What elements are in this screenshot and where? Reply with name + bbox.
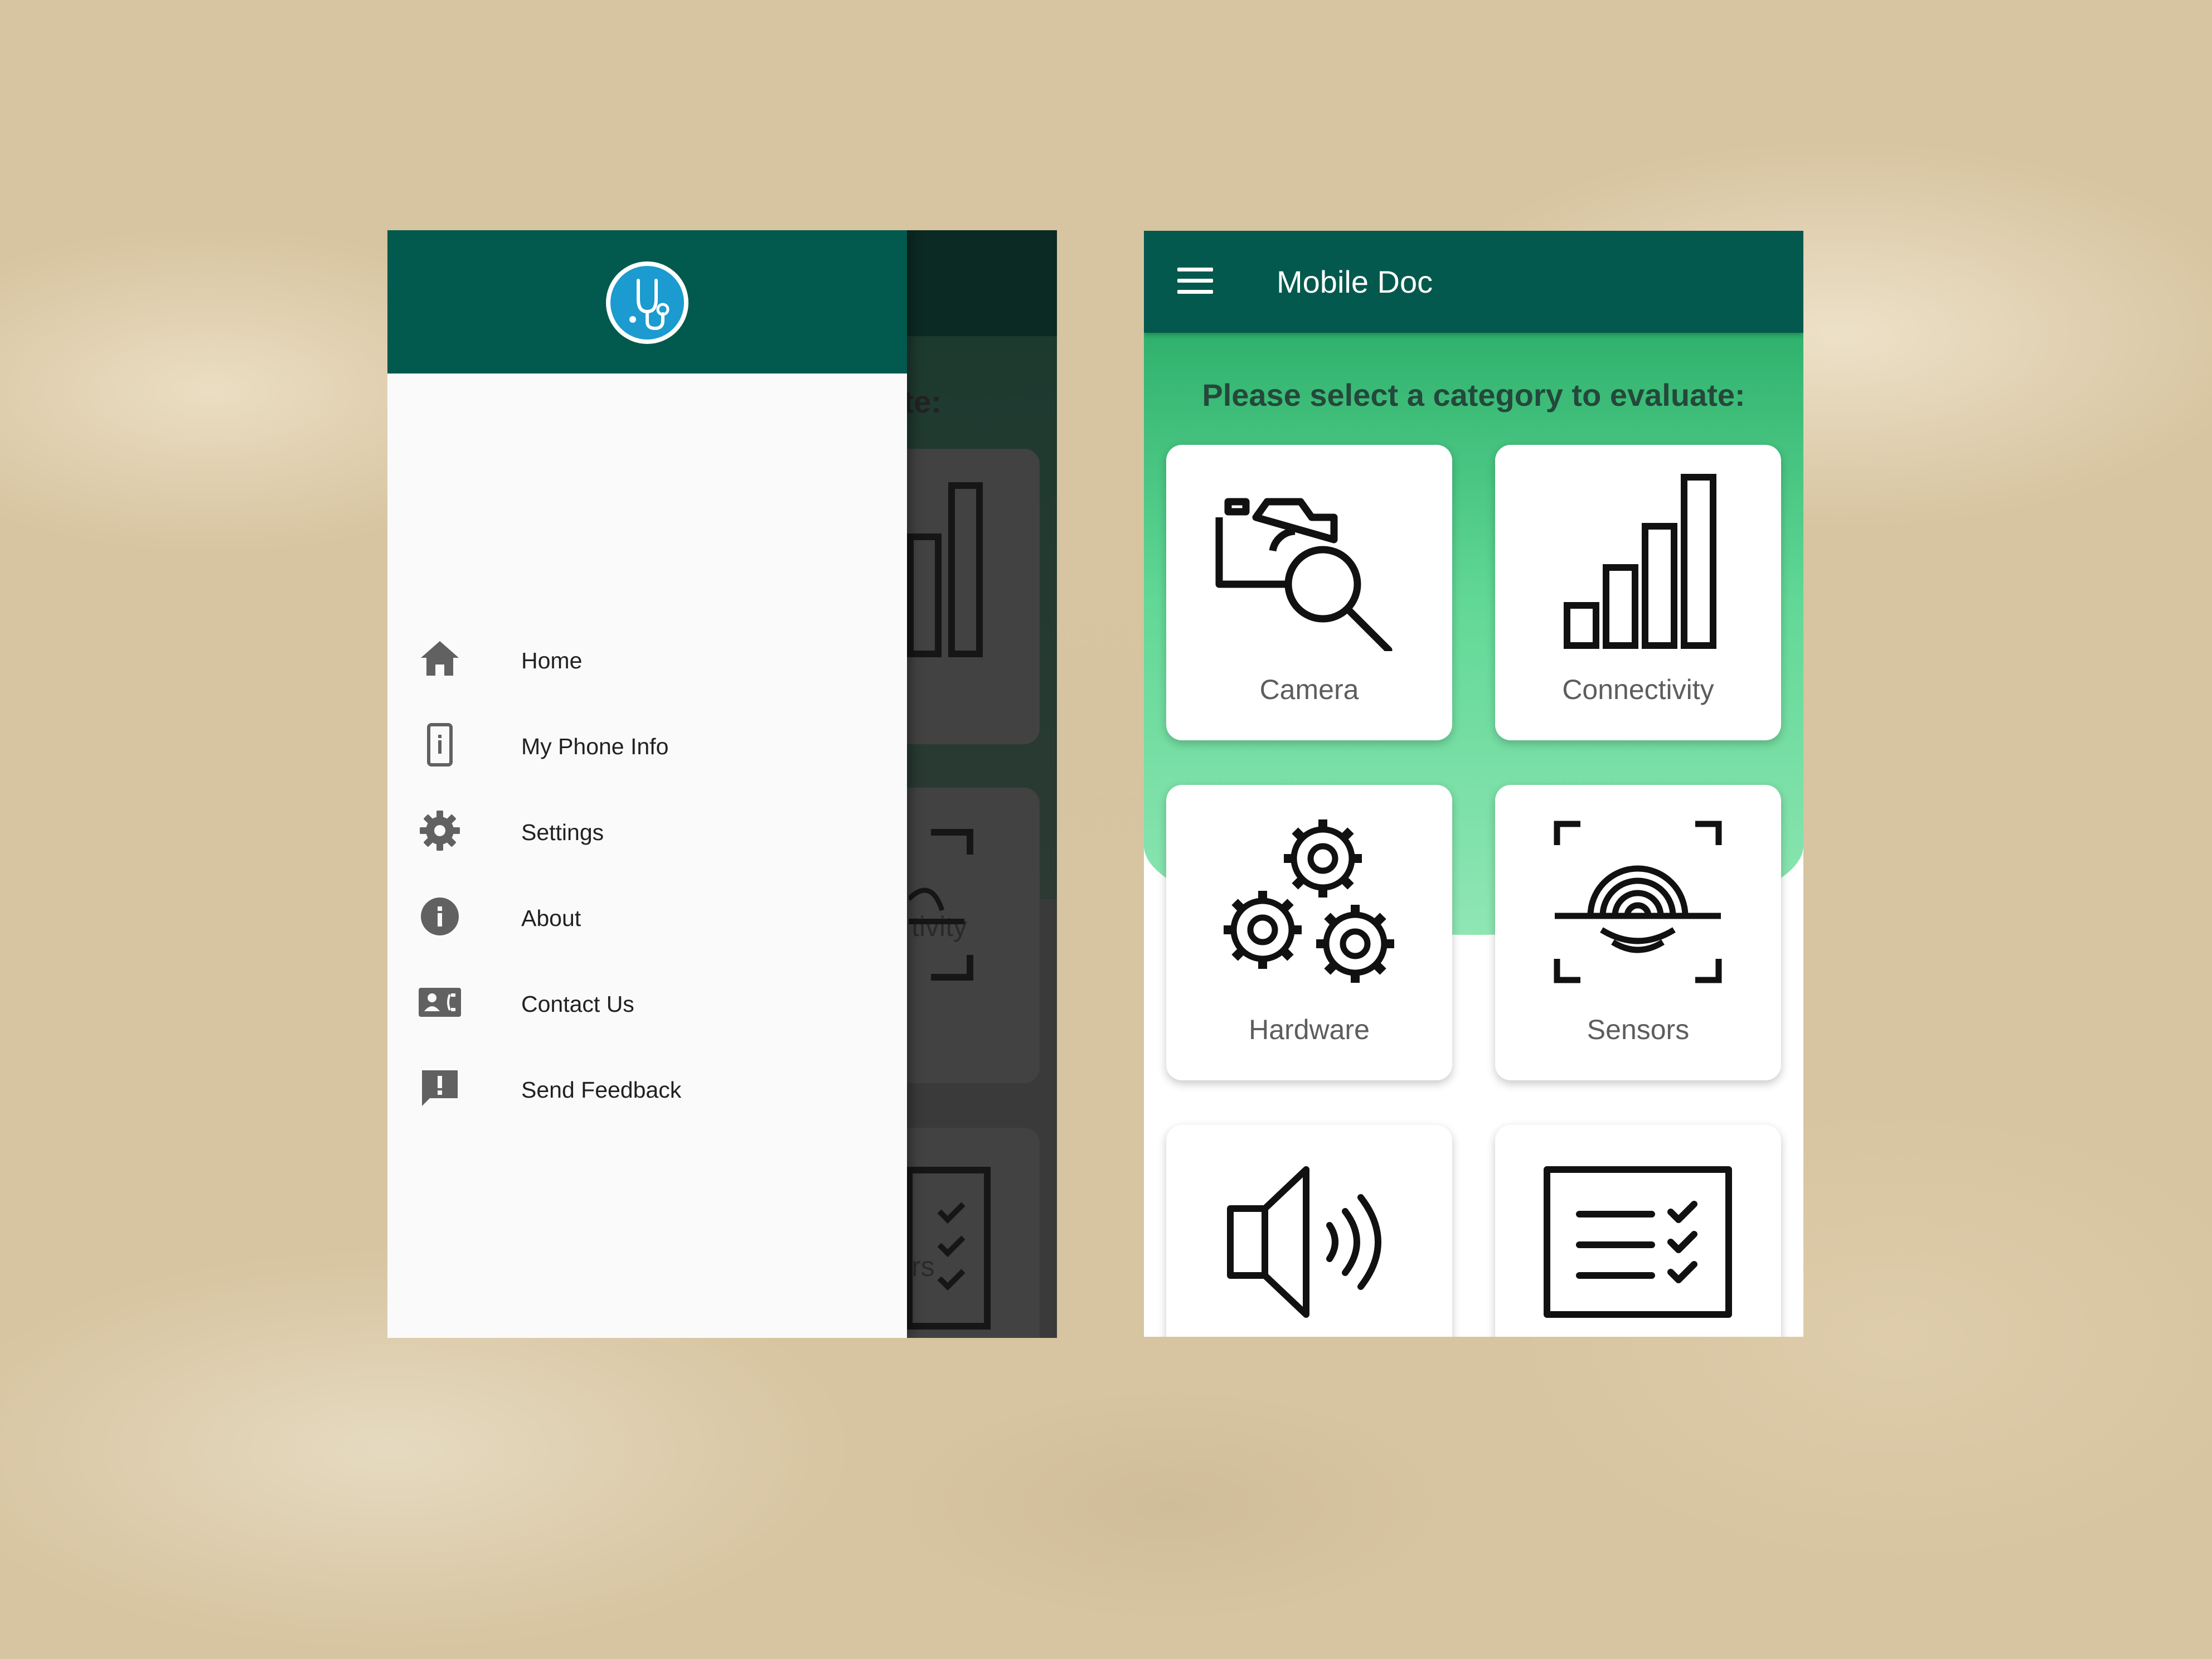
category-label: Sensors (1587, 1014, 1690, 1045)
drawer-item-send-feedback[interactable]: Send Feedback (387, 1048, 907, 1132)
drawer-item-label: Send Feedback (521, 1077, 682, 1103)
contact-card-icon (419, 988, 461, 1017)
gears-icon (1224, 819, 1394, 983)
category-card-sensors[interactable]: Sensors (1495, 785, 1781, 1080)
dimmed-signal-bars-icon (907, 482, 983, 657)
drawer-item-my-phone-info[interactable]: My Phone Info (387, 705, 907, 788)
app-bar: Mobile Doc (1144, 231, 1803, 333)
app-title: Mobile Doc (1277, 264, 1433, 299)
page-subtitle: Please select a category to evaluate: (1202, 377, 1745, 413)
category-label: Connectivity (1562, 674, 1714, 705)
signal-bars-icon (1564, 474, 1716, 649)
category-card-checklist[interactable] (1495, 1125, 1781, 1337)
drawer-item-label: Contact Us (521, 991, 634, 1017)
dimmed-checklist-icon (906, 1167, 991, 1330)
category-card-speaker[interactable] (1166, 1125, 1452, 1337)
phone-info-icon (427, 723, 453, 767)
speaker-icon (1227, 1166, 1381, 1318)
category-label: Camera (1259, 674, 1359, 705)
drawer-item-label: My Phone Info (521, 734, 669, 759)
category-label: Hardware (1249, 1014, 1370, 1045)
app-logo (606, 261, 688, 344)
camera-search-icon (1215, 498, 1393, 651)
drawer-item-label: Settings (521, 819, 604, 845)
category-card-hardware[interactable]: Hardware (1166, 785, 1452, 1080)
drawer-item-about[interactable]: About (387, 876, 907, 960)
category-card-connectivity[interactable]: Connectivity (1495, 445, 1781, 740)
drawer-item-contact-us[interactable]: Contact Us (387, 962, 907, 1046)
checklist-icon (1544, 1166, 1732, 1318)
drawer-item-home[interactable]: Home (387, 619, 907, 702)
info-icon (421, 898, 459, 935)
hamburger-menu-icon[interactable] (1177, 265, 1213, 299)
gear-icon (420, 811, 460, 851)
home-icon (421, 641, 459, 676)
home-screen: Mobile Doc Please select a category to e… (1144, 231, 1803, 1337)
drawer-item-label: Home (521, 648, 583, 673)
drawer-item-label: About (521, 905, 581, 931)
drawer-screen: uate: tivity rs (387, 230, 1057, 1338)
dimmed-fingerprint-icon (909, 829, 973, 981)
fingerprint-scan-icon (1554, 821, 1722, 983)
drawer-item-settings[interactable]: Settings (387, 790, 907, 874)
drawer-header (387, 230, 907, 373)
navigation-drawer: Home My Phone Info Settings About Contac… (387, 230, 907, 1338)
feedback-icon (422, 1070, 458, 1106)
category-card-camera[interactable]: Camera (1166, 445, 1452, 740)
stethoscope-icon (610, 266, 684, 339)
